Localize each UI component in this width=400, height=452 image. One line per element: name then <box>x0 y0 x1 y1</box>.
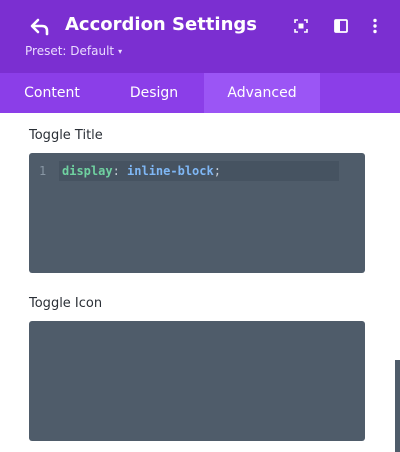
page-title: Accordion Settings <box>65 14 257 35</box>
code-colon: : <box>112 164 128 178</box>
tab-content[interactable]: Content <box>0 73 104 113</box>
tab-design[interactable]: Design <box>104 73 204 113</box>
code-value: inline-block <box>127 164 214 178</box>
toggle-title-label: Toggle Title <box>29 128 103 143</box>
back-arrow-icon <box>30 18 49 36</box>
focus-icon <box>294 19 308 33</box>
caret-down-icon: ▾ <box>118 46 123 56</box>
preset-selector[interactable]: Preset: Default ▾ <box>25 44 122 58</box>
toggle-title-css-editor[interactable]: 1 display: inline-block; <box>29 153 365 273</box>
sidebar-toggle-button[interactable] <box>330 15 352 37</box>
code-property: display <box>62 164 113 178</box>
more-vertical-icon <box>373 18 377 34</box>
line-number: 1 <box>39 164 47 178</box>
more-options-button[interactable] <box>364 15 386 37</box>
settings-tabs: Content Design Advanced <box>0 73 400 113</box>
focus-button[interactable] <box>290 15 312 37</box>
preset-label: Preset: Default <box>25 44 115 58</box>
tab-advanced[interactable]: Advanced <box>204 73 320 113</box>
scrollbar[interactable] <box>395 360 400 452</box>
code-line: display: inline-block; <box>62 164 221 178</box>
toggle-icon-css-editor[interactable] <box>29 321 365 441</box>
settings-header: Accordion Settings Preset: Default ▾ <box>0 0 400 73</box>
toggle-icon-label: Toggle Icon <box>29 296 103 311</box>
code-semicolon: ; <box>213 164 221 178</box>
sidebar-toggle-icon <box>334 19 348 33</box>
back-button[interactable] <box>27 14 53 40</box>
